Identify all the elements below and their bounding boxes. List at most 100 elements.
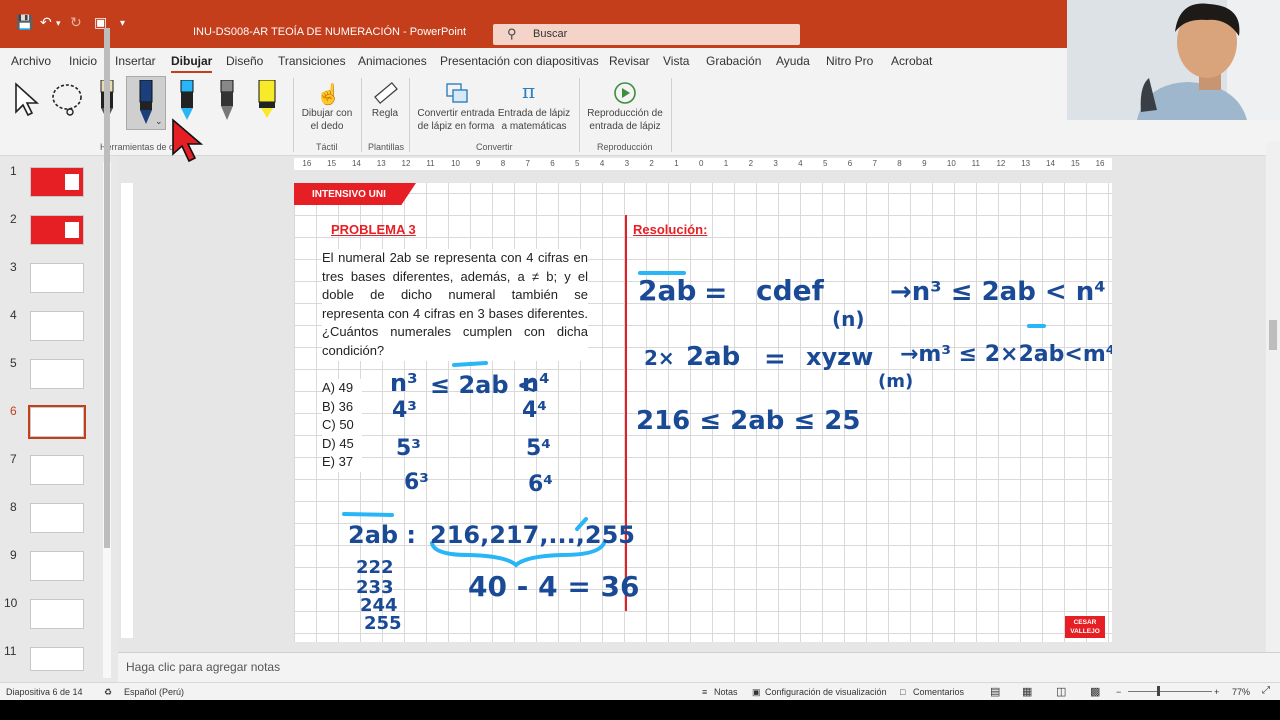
ink-to-math-label[interactable]: Entrada de lápiz a matemáticas: [496, 107, 572, 133]
zoom-slider[interactable]: [1128, 691, 1212, 692]
ruler-tick-label: 5: [822, 159, 828, 168]
ink-to-shape-label[interactable]: Convertir entrada de lápiz en forma: [414, 107, 498, 133]
ink-ineq-3: ≤ 2ab <: [430, 371, 537, 399]
notes-pane[interactable]: Haga clic para agregar notas: [118, 652, 1280, 682]
notes-button[interactable]: Notas: [714, 687, 738, 697]
fit-to-window-icon[interactable]: ⤢: [1262, 685, 1270, 696]
ink-replay-label[interactable]: Reproducción de entrada de lápiz: [584, 107, 666, 133]
undo-dropdown-icon[interactable]: ▾: [56, 18, 61, 29]
pen-cyan-icon[interactable]: [176, 80, 198, 122]
slide-thumbnail-2[interactable]: [30, 215, 84, 245]
comments-icon[interactable]: □: [900, 687, 905, 697]
tab-acrobat[interactable]: Acrobat: [891, 54, 932, 68]
editor-scrollbar[interactable]: [1266, 142, 1280, 652]
slide-number-10: 10: [4, 596, 18, 610]
normal-view-icon[interactable]: ▤: [990, 685, 1000, 698]
ink-highlight-overline: [452, 361, 488, 367]
select-arrow-icon[interactable]: [12, 82, 40, 118]
ruler-label[interactable]: Regla: [368, 107, 402, 120]
ruler-tick-label: 3: [773, 159, 778, 168]
lasso-select-icon[interactable]: [50, 82, 86, 118]
tab-archivo[interactable]: Archivo: [11, 54, 51, 68]
tab-revisar[interactable]: Revisar: [609, 54, 650, 68]
slideshow-icon[interactable]: ▩: [1090, 685, 1100, 698]
webcam-overlay: [1067, 0, 1280, 120]
tab-nitro[interactable]: Nitro Pro: [826, 54, 873, 68]
pen-options-chevron-icon[interactable]: ⌄: [155, 116, 163, 127]
ruler-tick-label: 0: [699, 159, 704, 168]
editor-scrollbar-thumb[interactable]: [1269, 320, 1277, 350]
language-indicator[interactable]: Español (Perú): [124, 687, 184, 697]
undo-icon[interactable]: ↶: [40, 14, 52, 31]
save-icon[interactable]: 💾: [16, 14, 33, 31]
ink-222: 222: [356, 557, 394, 578]
ruler-icon[interactable]: [372, 80, 400, 106]
ink-5-4: 5⁴: [526, 436, 551, 461]
view-config-icon[interactable]: ▣: [752, 687, 761, 698]
slide-sorter-icon[interactable]: ▦: [1022, 685, 1032, 698]
reading-view-icon[interactable]: ◫: [1056, 685, 1066, 698]
ruler-tick-label: 12: [996, 159, 1006, 168]
slide-thumbnail-8[interactable]: [30, 503, 84, 533]
notes-icon[interactable]: ≡: [702, 687, 707, 697]
ink-2ab-3: 2ab :: [348, 521, 416, 549]
highlighter-yellow-icon[interactable]: [254, 80, 280, 122]
tab-inicio[interactable]: Inicio: [69, 54, 97, 68]
search-input[interactable]: ⚲ Buscar: [493, 24, 800, 45]
tab-dibujar[interactable]: Dibujar: [171, 54, 213, 73]
ink-highlight-overline: [342, 512, 394, 517]
accessibility-icon[interactable]: ♻: [104, 687, 112, 698]
ruler-tick-label: 9: [475, 159, 481, 168]
slide-thumbnail-6[interactable]: [28, 405, 86, 439]
ruler-tick-label: 12: [401, 159, 411, 168]
slide-thumbnail-11[interactable]: [30, 647, 84, 671]
tab-insertar[interactable]: Insertar: [115, 54, 156, 68]
ruler-tick-label: 6: [550, 159, 555, 168]
ruler-tick-label: 2: [748, 159, 754, 168]
ink-4-4: 4⁴: [522, 398, 547, 423]
ink-6-3: 6³: [404, 470, 429, 495]
tab-grabacion[interactable]: Grabación: [706, 54, 761, 68]
slide-number-4: 4: [10, 308, 17, 322]
view-config-button[interactable]: Configuración de visualización: [765, 687, 887, 697]
redo-icon[interactable]: ↻: [70, 14, 82, 31]
customize-toolbar-icon[interactable]: ▾: [120, 18, 125, 29]
pen-darkblue-icon[interactable]: [135, 80, 157, 126]
tab-presentacion[interactable]: Presentación con diapositivas: [440, 54, 599, 68]
slide-thumbnail-4[interactable]: [30, 311, 84, 341]
tab-vista[interactable]: Vista: [663, 54, 689, 68]
zoom-in-icon[interactable]: +: [1214, 687, 1219, 697]
ruler-tick-label: 1: [723, 159, 729, 168]
zoom-level[interactable]: 77%: [1232, 687, 1250, 697]
slide-thumbnail-5[interactable]: [30, 359, 84, 389]
pencil-gray-icon[interactable]: [216, 80, 238, 122]
notes-placeholder[interactable]: Haga clic para agregar notas: [126, 660, 280, 674]
tab-transiciones[interactable]: Transiciones: [278, 54, 346, 68]
slide-thumbnail-10[interactable]: [30, 599, 84, 629]
ink-6-4: 6⁴: [528, 472, 553, 497]
zoom-out-icon[interactable]: −: [1116, 687, 1121, 697]
slide-thumbnail-9[interactable]: [30, 551, 84, 581]
ink-to-math-icon[interactable]: π: [522, 79, 535, 103]
ink-replay-icon[interactable]: [612, 80, 638, 106]
group-tactil: Táctil: [316, 142, 338, 152]
zoom-slider-thumb[interactable]: [1157, 686, 1160, 696]
slide-thumbnail-3[interactable]: [30, 263, 84, 293]
slide-thumbnail-7[interactable]: [30, 455, 84, 485]
comments-button[interactable]: Comentarios: [913, 687, 964, 697]
ink-equals: =: [704, 276, 727, 309]
ruler-tick-label: 7: [525, 159, 530, 168]
slide-thumbnail-1[interactable]: [30, 167, 84, 197]
tab-animaciones[interactable]: Animaciones: [358, 54, 427, 68]
slides-pane-scrollbar[interactable]: [104, 28, 110, 548]
draw-finger-label[interactable]: Dibujar con el dedo: [298, 107, 356, 133]
ink-to-shape-icon[interactable]: [443, 80, 471, 106]
ruler-tick-label: 10: [946, 159, 956, 168]
draw-finger-icon[interactable]: ☝: [316, 82, 341, 107]
tab-diseno[interactable]: Diseño: [226, 54, 263, 68]
slide-canvas[interactable]: INTENSIVO UNI PROBLEMA 3 Resolución: El …: [294, 183, 1112, 642]
tab-ayuda[interactable]: Ayuda: [776, 54, 810, 68]
ruler-tick-label: 3: [624, 159, 630, 168]
ruler-tick-label: 4: [798, 159, 803, 168]
mouse-cursor-icon: [172, 118, 204, 163]
